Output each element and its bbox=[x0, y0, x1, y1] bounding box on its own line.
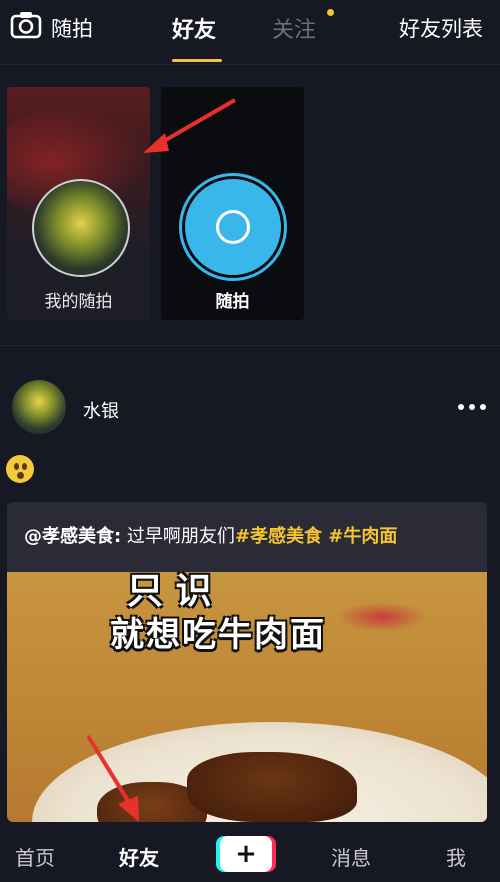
section-divider bbox=[0, 345, 500, 346]
tab-follow[interactable]: 关注 bbox=[272, 12, 316, 44]
my-avatar bbox=[32, 179, 130, 277]
hashtag-beef-noodle[interactable]: #牛肉面 bbox=[322, 526, 397, 547]
nav-friends[interactable]: 好友 bbox=[119, 842, 159, 871]
hashtag-xiaogan-food[interactable]: #孝感美食 bbox=[235, 526, 322, 547]
snap-label: 随拍 bbox=[215, 292, 250, 312]
shared-video-card[interactable]: @孝感美食: 过早啊朋友们#孝感美食 #牛肉面 只 识 就想吃牛肉面 bbox=[7, 502, 487, 822]
new-content-dot bbox=[327, 9, 334, 16]
active-tab-indicator bbox=[172, 59, 222, 62]
snap-card[interactable]: 随拍 bbox=[161, 87, 304, 320]
more-options-icon[interactable] bbox=[458, 404, 488, 412]
friend-list-button[interactable]: 好友列表 bbox=[399, 13, 483, 43]
nav-me[interactable]: 我 bbox=[446, 842, 466, 871]
my-snap-label: 我的随拍 bbox=[44, 292, 113, 312]
create-button[interactable]: + bbox=[216, 836, 276, 872]
video-caption: 就想吃牛肉面 bbox=[110, 615, 326, 655]
nav-messages[interactable]: 消息 bbox=[331, 842, 371, 871]
my-snap-card[interactable]: Wi 我的随拍 bbox=[7, 87, 150, 320]
capture-icon bbox=[216, 210, 250, 244]
share-author[interactable]: @孝感美食: bbox=[24, 526, 121, 547]
tab-friends[interactable]: 好友 bbox=[172, 12, 216, 44]
share-text: 过早啊朋友们 bbox=[121, 526, 235, 547]
post-username[interactable]: 水银 bbox=[83, 397, 119, 423]
camera-icon[interactable] bbox=[10, 10, 42, 40]
top-nav: 随拍 好友 关注 好友列表 bbox=[0, 0, 500, 65]
camera-label[interactable]: 随拍 bbox=[51, 13, 93, 43]
avatar[interactable] bbox=[12, 380, 66, 434]
plus-icon: + bbox=[220, 836, 272, 872]
capture-button[interactable] bbox=[185, 179, 281, 275]
surprised-emoji-icon bbox=[6, 455, 34, 483]
nav-home[interactable]: 首页 bbox=[15, 842, 55, 871]
share-caption: @孝感美食: 过早啊朋友们#孝感美食 #牛肉面 bbox=[24, 522, 397, 548]
video-thumbnail[interactable]: 只 识 就想吃牛肉面 bbox=[7, 571, 487, 822]
bottom-nav: 首页 好友 + 消息 我 bbox=[0, 822, 500, 882]
